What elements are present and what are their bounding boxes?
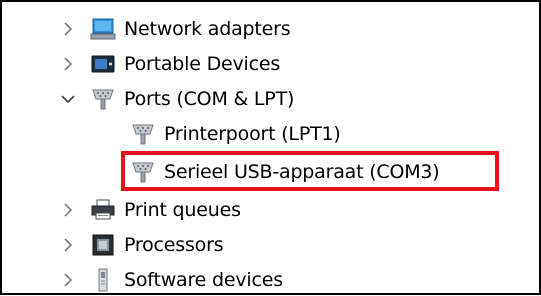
tree-item-network-adapters[interactable]: Network adapters	[60, 13, 291, 45]
tree-item-label: Ports (COM & LPT)	[124, 88, 295, 110]
port-icon	[130, 121, 156, 147]
tree-item-portable-devices[interactable]: Portable Devices	[60, 48, 280, 80]
tree-item-ports[interactable]: Ports (COM & LPT)	[60, 83, 294, 115]
port-icon	[90, 86, 116, 112]
screenshot-frame: Network adapters Portable Devices Ports …	[0, 0, 541, 295]
tree-item-label: Software devices	[124, 269, 283, 291]
chevron-right-icon[interactable]	[60, 56, 76, 72]
network-adapter-icon	[90, 16, 116, 42]
chevron-right-icon[interactable]	[60, 202, 76, 218]
tree-item-label: Portable Devices	[124, 53, 281, 75]
tree-item-printerpoort[interactable]: Printerpoort (LPT1)	[130, 118, 341, 150]
tree-item-label: Printerpoort (LPT1)	[164, 123, 341, 145]
chevron-down-icon[interactable]	[60, 91, 76, 107]
tree-item-processors[interactable]: Processors	[60, 229, 224, 261]
portable-device-icon	[90, 51, 116, 77]
tree-item-label: Network adapters	[124, 18, 291, 40]
tree-item-label: Processors	[124, 234, 224, 256]
processor-icon	[90, 232, 116, 258]
tree-item-software-devices[interactable]: Software devices	[60, 264, 283, 296]
chevron-right-icon[interactable]	[60, 237, 76, 253]
printer-icon	[90, 197, 116, 223]
chevron-right-icon[interactable]	[60, 21, 76, 37]
tree-item-label: Print queues	[124, 199, 241, 221]
highlight-box	[121, 151, 499, 191]
chevron-right-icon[interactable]	[60, 272, 76, 288]
tree-item-print-queues[interactable]: Print queues	[60, 194, 241, 226]
software-device-icon	[90, 267, 116, 293]
device-tree: Network adapters Portable Devices Ports …	[2, 2, 539, 293]
